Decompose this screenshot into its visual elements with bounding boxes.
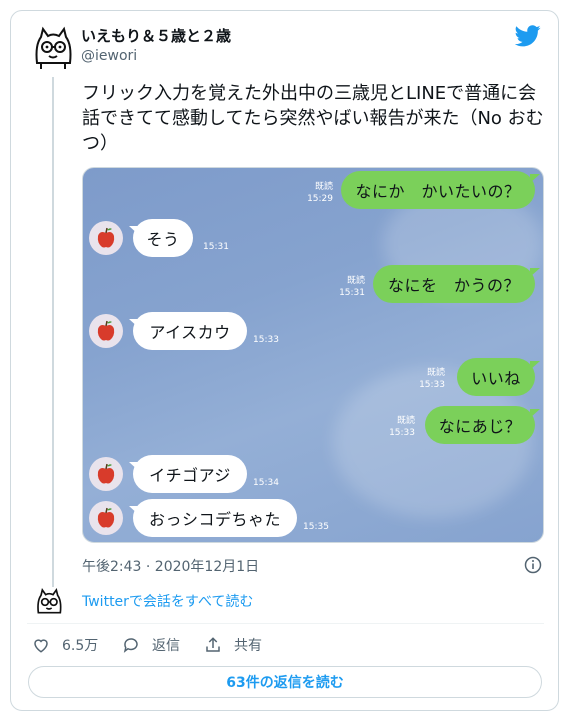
chat-bubble-outgoing: いいね (457, 358, 535, 396)
share-icon (206, 637, 220, 652)
heart-icon (34, 639, 48, 653)
message-time: 15:34 (253, 478, 279, 488)
author-name[interactable]: いえもり＆５歳と２歳 (81, 25, 231, 46)
chat-bubble-outgoing: なにか かいたいの？ (341, 171, 535, 209)
apple-icon (97, 320, 115, 341)
message-time: 15:29 (307, 194, 333, 204)
reply-icon (123, 638, 138, 653)
info-icon[interactable] (524, 556, 542, 574)
apple-icon (97, 227, 115, 248)
like-button[interactable]: 6.5万 (32, 635, 98, 655)
tweet-card: いえもり＆５歳と２歳 @iewori フリック入力を覚えた外出中の三歳児とLIN… (10, 10, 559, 711)
avatar[interactable] (89, 314, 123, 348)
read-receipt: 既読 (426, 368, 445, 378)
read-receipt: 既読 (396, 416, 415, 426)
chat-bubble-incoming: そう (133, 219, 193, 257)
read-receipt: 既読 (314, 182, 333, 192)
share-label: 共有 (234, 638, 262, 654)
thread-line (52, 77, 54, 587)
bubble-tail (530, 268, 540, 277)
apple-icon (97, 507, 115, 528)
bubble-tail (530, 174, 540, 183)
apple-icon (97, 463, 115, 484)
message-time: 15:33 (253, 335, 279, 345)
chat-screenshot[interactable]: 既読 15:29 なにか かいたいの？ そう 15:31 既読 15:31 なに… (82, 167, 544, 543)
message-time: 15:31 (339, 288, 365, 298)
avatar[interactable] (89, 457, 123, 491)
twitter-bird-icon[interactable] (515, 25, 541, 47)
avatar[interactable] (89, 221, 123, 255)
avatar-icon[interactable] (29, 23, 77, 71)
author-handle[interactable]: @iewori (81, 48, 137, 64)
divider (27, 623, 544, 624)
chat-bubble-outgoing: なにあじ？ (425, 406, 535, 444)
message-time: 15:35 (303, 522, 329, 532)
reply-button[interactable]: 返信 (122, 635, 180, 655)
read-receipt: 既読 (346, 276, 365, 286)
read-replies-button[interactable]: 63件の返信を読む (28, 666, 542, 698)
bubble-tail (530, 361, 540, 370)
bubble-tail (530, 409, 540, 418)
read-conversation-link[interactable]: Twitterで会話をすべて読む (82, 591, 253, 611)
chat-bubble-outgoing: なにを かうの？ (373, 265, 535, 303)
like-count: 6.5万 (62, 638, 99, 654)
avatar-icon[interactable] (33, 586, 65, 618)
tweet-text: フリック入力を覚えた外出中の三歳児とLINEで普通に会話できてて感動してたら突然… (82, 83, 544, 154)
chat-bubble-incoming: アイスカウ (133, 312, 247, 350)
tweet-timestamp[interactable]: 午後2:43 · 2020年12月1日 (82, 556, 259, 576)
chat-bubble-incoming: おっシコデちゃた (133, 499, 297, 537)
share-button[interactable]: 共有 (204, 635, 262, 655)
message-time: 15:33 (389, 428, 415, 438)
message-time: 15:33 (419, 380, 445, 390)
reply-label: 返信 (152, 638, 180, 654)
message-time: 15:31 (203, 242, 229, 252)
chat-bubble-incoming: イチゴアジ (133, 455, 247, 493)
avatar[interactable] (89, 501, 123, 535)
